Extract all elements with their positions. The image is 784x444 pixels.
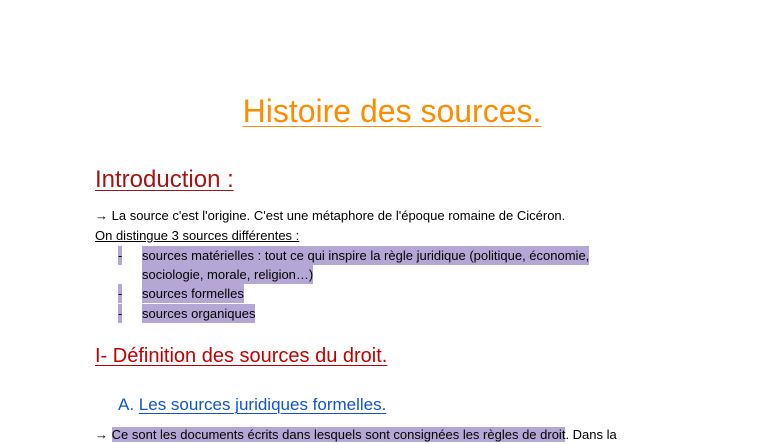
intro-paragraph-line1: → La source c'est l'origine. C'est une m… (95, 207, 565, 225)
introduction-heading: Introduction : (95, 166, 234, 193)
paragraph-text: . Dans la (565, 427, 617, 442)
list-bullet: - (118, 304, 123, 323)
intro-paragraph-line2: On distingue 3 sources différentes : (95, 228, 300, 243)
subsection-title: Les sources juridiques formelles. (138, 395, 387, 414)
list-item: sources matérielles : tout ce qui inspir… (142, 246, 590, 265)
list-bullet: - (118, 284, 123, 303)
list-item: sources organiques (142, 304, 256, 323)
subsection-heading: A. Les sources juridiques formelles. (118, 395, 386, 415)
document-title: Histoire des sources. (242, 93, 542, 129)
list-item: sources formelles (142, 284, 244, 303)
arrow-icon: → (95, 427, 108, 442)
section-paragraph: → Ce sont les documents écrits dans lesq… (95, 426, 617, 444)
highlighted-text: Ce sont les documents écrits dans lesque… (111, 427, 566, 442)
list-item-continuation: sociologie, morale, religion…) (142, 265, 314, 284)
list-bullet: - (118, 246, 123, 265)
arrow-icon: → (95, 208, 108, 223)
subsection-letter: A. (118, 395, 135, 414)
section-heading: I- Définition des sources du droit. (95, 345, 388, 367)
intro-text: La source c'est l'origine. C'est une mét… (111, 208, 566, 223)
